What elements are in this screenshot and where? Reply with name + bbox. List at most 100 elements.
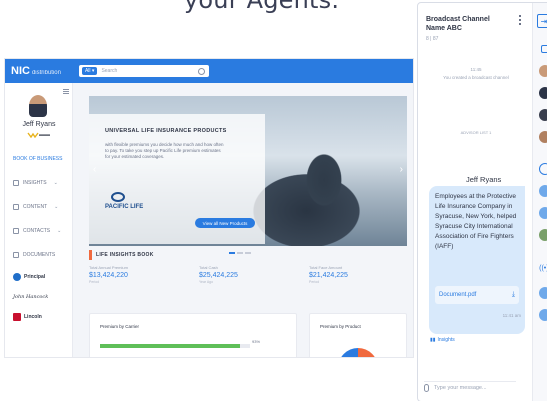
- chart-icon: [13, 180, 19, 186]
- app-logo[interactable]: NIC distribution: [11, 65, 61, 77]
- principal-logo-icon: [13, 273, 21, 281]
- attach-icon[interactable]: [424, 384, 429, 392]
- sidebar-item-book-of-business[interactable]: BOOK OF BUSINESS: [5, 147, 73, 171]
- carousel-dot[interactable]: [229, 252, 235, 254]
- partner-logo-john-hancock[interactable]: John Hancock: [5, 287, 73, 307]
- sidebar-item-content[interactable]: CONTENT ⌄: [5, 195, 73, 219]
- search-bar[interactable]: All ▾ Search: [78, 65, 209, 77]
- contact-avatar[interactable]: [539, 309, 547, 321]
- mobile-chat-panel: Broadcast Channel Name ABC 8 | 87 11:45 …: [417, 2, 547, 401]
- contact-avatar[interactable]: [539, 287, 547, 299]
- contact-avatar[interactable]: [539, 185, 547, 197]
- sidebar-item-label: BOOK OF BUSINESS: [13, 156, 63, 162]
- insights-link[interactable]: ▮▮ Insights: [430, 337, 455, 343]
- sidebar-item-label: CONTACTS: [23, 228, 51, 234]
- sidebar-item-label: DOCUMENTS: [23, 252, 56, 258]
- attachment-chip[interactable]: Document.pdf ⤓: [435, 286, 519, 304]
- partner-logo-principal[interactable]: Principal: [5, 267, 73, 287]
- hero-description: with flexible premiums you decide how mu…: [105, 142, 224, 159]
- message-time: 11:41 am: [502, 313, 521, 318]
- download-icon[interactable]: ⤓: [512, 291, 515, 299]
- channel-title: Broadcast Channel Name ABC: [426, 15, 490, 33]
- premium-by-product-card[interactable]: Premium by Product: [309, 313, 407, 357]
- user-name: Jeff Ryans: [22, 121, 56, 128]
- attachment-name: Document.pdf: [439, 292, 477, 298]
- contact-avatar[interactable]: [539, 131, 547, 143]
- search-input[interactable]: Search: [101, 68, 198, 74]
- view-new-products-button[interactable]: View all New Products: [195, 218, 255, 228]
- whale-image-fin: [294, 136, 354, 216]
- stats-row: Total Annual Premium $13,424,220 Period …: [89, 265, 407, 295]
- more-options-icon[interactable]: [519, 15, 521, 25]
- system-message: You created a broadcast channel: [443, 75, 509, 80]
- sidebar-item-label: INSIGHTS: [23, 180, 47, 186]
- search-scope-select[interactable]: All ▾: [81, 67, 98, 75]
- stat-sub: Period: [309, 280, 320, 284]
- collapse-panel-icon[interactable]: ⇥: [537, 14, 547, 28]
- sidebar-item-documents[interactable]: DOCUMENTS: [5, 243, 73, 267]
- card-title: Premium by Carrier: [100, 324, 140, 329]
- contact-avatar[interactable]: [539, 109, 547, 121]
- stat-value: $25,424,225: [199, 272, 238, 279]
- carrier-progress-bar: [100, 344, 250, 348]
- chevron-down-icon: ⌄: [53, 180, 58, 186]
- channel-title-line1: Broadcast Channel: [426, 16, 490, 23]
- document-icon: [13, 252, 19, 258]
- partner-name: Principal: [24, 274, 46, 280]
- contact-avatar[interactable]: [539, 229, 547, 241]
- premium-by-carrier-card[interactable]: Premium by Carrier 93%: [89, 313, 297, 357]
- top-nav-bar: NIC distribution All ▾ Search: [5, 59, 413, 83]
- carousel-indicators[interactable]: [229, 252, 251, 254]
- section-title: LIFE INSIGHTS BOOK: [96, 252, 154, 258]
- user-avatar[interactable]: [29, 95, 47, 117]
- partner-logo-lincoln[interactable]: Lincoln: [5, 307, 73, 327]
- contact-avatar[interactable]: [539, 87, 547, 99]
- carousel-dot[interactable]: [237, 252, 243, 254]
- content-icon: [13, 204, 19, 210]
- channel-title-line2: Name ABC: [426, 25, 462, 32]
- carousel-next-icon[interactable]: ›: [400, 164, 403, 175]
- contact-avatar[interactable]: [539, 65, 547, 77]
- stat-total-cash: Total Cash $25,424,225 Year Ago: [199, 265, 238, 284]
- chevron-down-icon: ⌄: [54, 204, 59, 210]
- sidebar-item-contacts[interactable]: CONTACTS ⌄: [5, 219, 73, 243]
- message-bubble[interactable]: Employees at the Protective Life Insuran…: [429, 186, 525, 334]
- partner-name: John Hancock: [13, 294, 49, 300]
- marketing-composite: your Agents. NIC distribution All ▾ Searc…: [0, 0, 547, 401]
- sidebar-nav: BOOK OF BUSINESS INSIGHTS ⌄ CONTENT ⌄ CO…: [5, 147, 73, 327]
- stat-label: Total Face Amount: [309, 265, 343, 270]
- message-input[interactable]: Type your message...: [424, 381, 516, 393]
- stat-label: Total Cash: [199, 265, 218, 270]
- desktop-app-window: NIC distribution All ▾ Search Jeff Ryans …: [4, 58, 414, 358]
- pacific-life-logo-icon: [111, 192, 125, 202]
- lincoln-logo-icon: [13, 313, 21, 321]
- contact-avatar[interactable]: [539, 207, 547, 219]
- menu-collapse-icon[interactable]: [63, 89, 69, 94]
- hero-carousel[interactable]: UNIVERSAL LIFE INSURANCE PRODUCTS with f…: [89, 96, 407, 246]
- channel-member-count: 8 | 87: [426, 36, 439, 42]
- carousel-dot[interactable]: [245, 252, 251, 254]
- contact-rail: ⇥ ((•)): [532, 3, 547, 401]
- stat-sub: Year Ago: [199, 280, 214, 284]
- stat-total-face-amount: Total Face Amount $21,424,225 Period: [309, 265, 348, 284]
- headline-text: your Agents.: [184, 0, 340, 14]
- advisor-list-divider: ADVISOR LIST 1: [460, 130, 492, 135]
- star-icon[interactable]: [541, 45, 547, 53]
- broadcast-icon[interactable]: ((•)): [539, 265, 547, 277]
- message-feed: 11:45 You created a broadcast channel AD…: [426, 45, 526, 385]
- progress-label: 93%: [252, 339, 261, 344]
- settings-icon[interactable]: [539, 163, 547, 175]
- stat-sub: Period: [89, 280, 100, 284]
- sidebar-item-insights[interactable]: INSIGHTS ⌄: [5, 171, 73, 195]
- app-logo-subtitle: distribution: [31, 70, 61, 76]
- stat-total-annual-premium: Total Annual Premium $13,424,220 Period: [89, 265, 128, 284]
- sidebar: Jeff Ryans BOOK OF BUSINESS INSIGHTS ⌄ C…: [5, 83, 73, 357]
- hero-title: UNIVERSAL LIFE INSURANCE PRODUCTS: [105, 128, 227, 134]
- message-text: Employees at the Protective Life Insuran…: [435, 193, 517, 250]
- message-input-placeholder: Type your message...: [434, 384, 487, 391]
- carousel-prev-icon[interactable]: ‹: [93, 164, 96, 175]
- chevron-down-icon: ⌄: [57, 228, 62, 234]
- partner-name: Lincoln: [24, 314, 42, 320]
- search-icon[interactable]: [197, 67, 205, 75]
- message-timestamp: 11:45: [470, 67, 482, 72]
